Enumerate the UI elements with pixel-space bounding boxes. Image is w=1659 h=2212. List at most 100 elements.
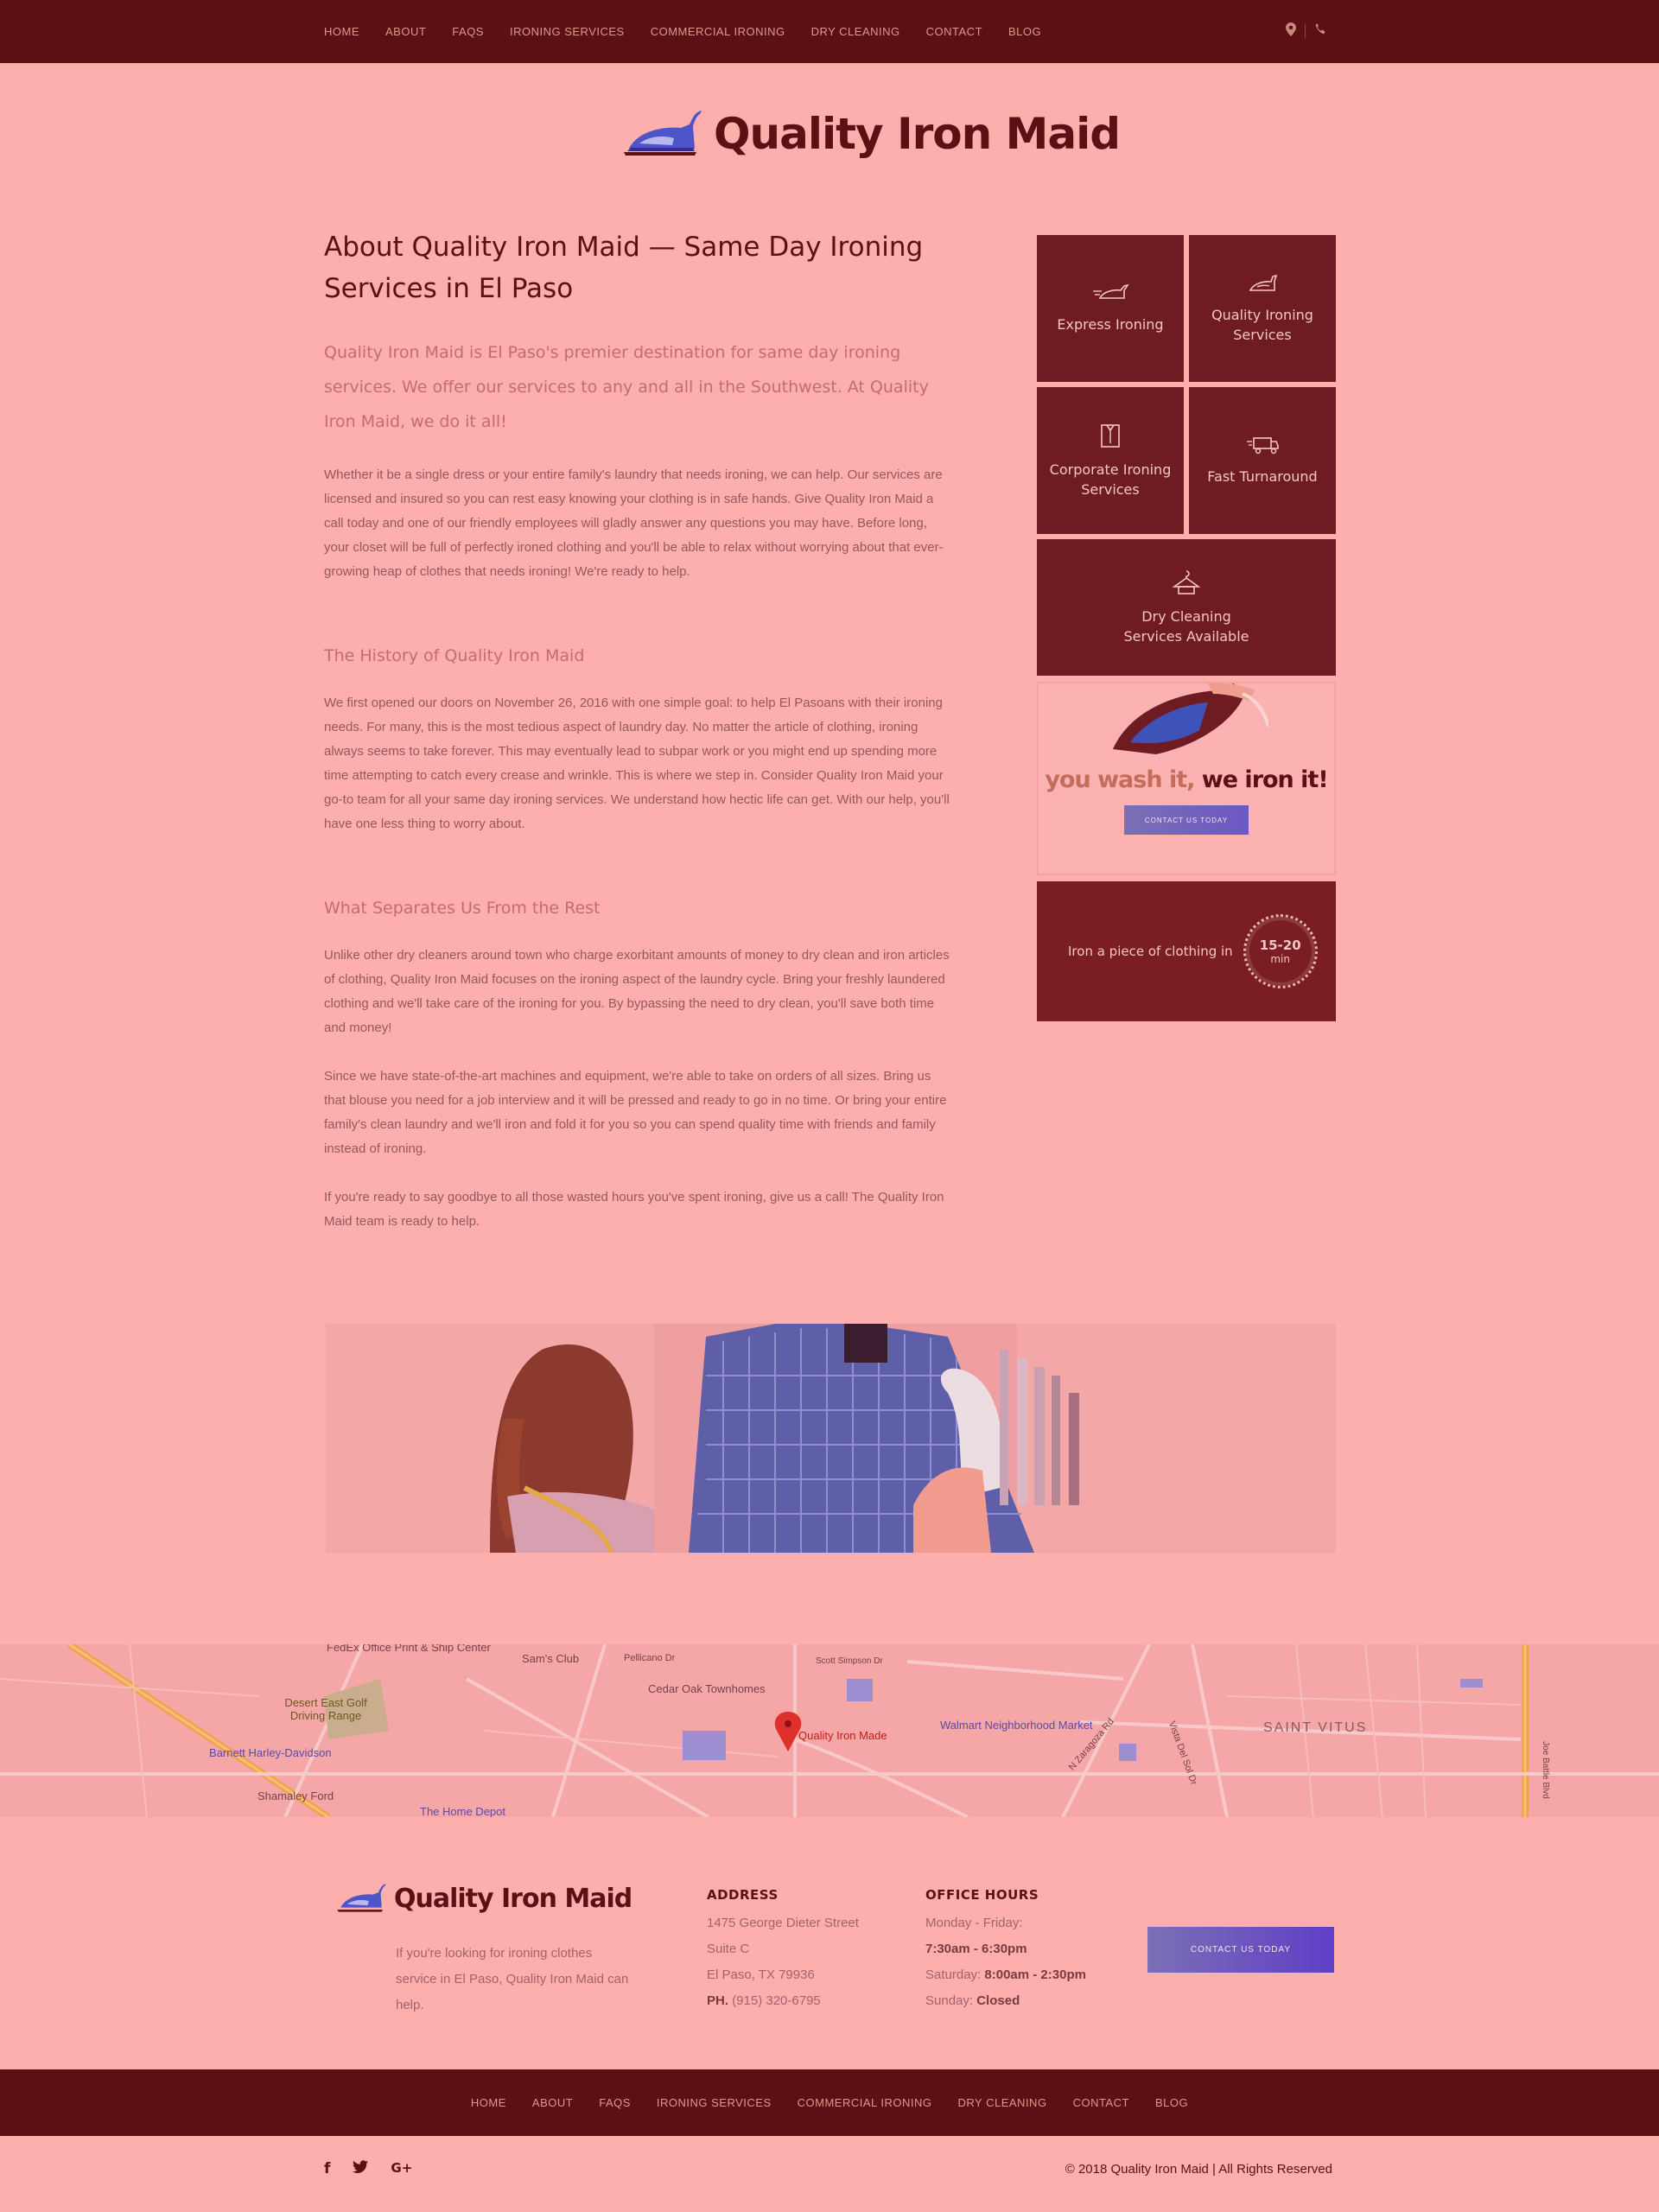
address-line-3: El Paso, TX 79936 xyxy=(707,1967,815,1982)
tile-label: Dry Cleaning Services Available xyxy=(1123,607,1249,645)
map-label: Sam's Club xyxy=(522,1652,580,1665)
about-content: About Quality Iron Maid — Same Day Ironi… xyxy=(324,226,955,1234)
site-logo[interactable]: Quality Iron Maid xyxy=(620,107,1121,161)
map-pin-icon[interactable] xyxy=(1286,22,1296,40)
tile-label: Fast Turnaround xyxy=(1207,468,1318,485)
intro-paragraph: Whether it be a single dress or your ent… xyxy=(324,467,944,579)
promo-slogan: you wash it, we iron it! xyxy=(1045,766,1328,793)
lead-paragraph: Quality Iron Maid is El Paso's premier d… xyxy=(324,343,929,431)
address-line-1: 1475 George Dieter Street xyxy=(707,1916,859,1930)
nav-ironing-services[interactable]: IRONING SERVICES xyxy=(510,25,625,38)
nav-about[interactable]: ABOUT xyxy=(385,25,426,38)
tile-dry-cleaning[interactable]: Dry Cleaning Services Available xyxy=(1037,539,1336,676)
history-paragraph: We first opened our doors on November 26… xyxy=(324,696,950,831)
map-label: Scott Simpson Dr xyxy=(816,1656,883,1666)
address-heading: ADDRESS xyxy=(707,1887,779,1903)
timer-dial: 15-20 min xyxy=(1243,914,1318,988)
promo-card: you wash it, we iron it! CONTACT US TODA… xyxy=(1037,682,1336,875)
map-label: FedEx Office Print & Ship Center xyxy=(327,1644,491,1654)
map-label: Cedar Oak Townhomes xyxy=(648,1682,766,1695)
weekday-label: Monday - Friday: xyxy=(925,1916,1023,1930)
nav-dry-cleaning[interactable]: DRY CLEANING xyxy=(811,25,900,38)
footer-contact-button[interactable]: CONTACT US TODAY xyxy=(1147,1927,1334,1973)
footer-nav-dry-cleaning[interactable]: DRY CLEANING xyxy=(958,2096,1047,2109)
footer-nav-about[interactable]: ABOUT xyxy=(532,2096,573,2109)
hanger-icon xyxy=(1171,569,1202,600)
twitter-icon[interactable] xyxy=(353,2160,369,2177)
timer-range: 15-20 xyxy=(1259,938,1301,953)
nav-contact[interactable]: CONTACT xyxy=(926,25,982,38)
promo-contact-button[interactable]: CONTACT US TODAY xyxy=(1124,805,1249,835)
tile-fast-turnaround[interactable]: Fast Turnaround xyxy=(1189,387,1336,534)
hours-heading: OFFICE HOURS xyxy=(925,1887,1039,1903)
separates-paragraph-3: If you're ready to say goodbye to all th… xyxy=(324,1190,944,1229)
map-label: Desert East Golf Driving Range xyxy=(284,1696,367,1722)
nav-commercial-ironing[interactable]: COMMERCIAL IRONING xyxy=(651,25,785,38)
map-label: Pellicano Dr xyxy=(624,1653,676,1663)
logo-text: Quality Iron Maid xyxy=(714,109,1121,159)
social-links: f G+ xyxy=(324,2160,412,2177)
map-label: Barnett Harley-Davidson xyxy=(209,1746,332,1759)
footer-nav-contact[interactable]: CONTACT xyxy=(1073,2096,1129,2109)
map-label: The Home Depot xyxy=(420,1805,505,1817)
tile-quality-ironing[interactable]: Quality Ironing Services xyxy=(1189,235,1336,382)
copyright: © 2018 Quality Iron Maid | All Rights Re… xyxy=(1065,2162,1332,2177)
separates-paragraph-1: Unlike other dry cleaners around town wh… xyxy=(324,948,950,1035)
tile-corporate-ironing[interactable]: Corporate Ironing Services xyxy=(1037,387,1184,534)
timer-card: Iron a piece of clothing in 15-20 min xyxy=(1037,881,1336,1021)
iron-icon xyxy=(1247,273,1278,298)
delivery-truck-icon xyxy=(1245,435,1280,460)
weekday-hours: 7:30am - 6:30pm xyxy=(925,1942,1027,1956)
nav-home[interactable]: HOME xyxy=(324,25,359,38)
location-map[interactable]: FedEx Office Print & Ship Center Sam's C… xyxy=(0,1644,1659,1817)
map-label: Walmart Neighborhood Market xyxy=(940,1719,1093,1732)
saturday-hours: 8:00am - 2:30pm xyxy=(984,1967,1086,1982)
timer-text: Iron a piece of clothing in xyxy=(1068,944,1233,959)
footer-nav-ironing-services[interactable]: IRONING SERVICES xyxy=(657,2096,772,2109)
separates-heading: What Separates Us From the Rest xyxy=(324,899,601,918)
flying-iron-icon xyxy=(1091,283,1129,308)
phone-icon[interactable] xyxy=(1314,23,1326,39)
footer-nav-faqs[interactable]: FAQS xyxy=(599,2096,631,2109)
footer-nav-blog[interactable]: BLOG xyxy=(1155,2096,1188,2109)
footer-nav-home[interactable]: HOME xyxy=(471,2096,506,2109)
top-navigation-bar: HOME ABOUT FAQS IRONING SERVICES COMMERC… xyxy=(0,0,1659,63)
history-heading: The History of Quality Iron Maid xyxy=(324,646,585,665)
page-title: About Quality Iron Maid — Same Day Ironi… xyxy=(324,232,924,304)
map-label: Joe Battle Blvd xyxy=(1540,1741,1550,1799)
nav-faqs[interactable]: FAQS xyxy=(452,25,484,38)
iron-logo-icon xyxy=(624,111,702,156)
sunday-label: Sunday: xyxy=(925,1993,974,2008)
separates-paragraph-2: Since we have state-of-the-art machines … xyxy=(324,1069,947,1156)
facebook-icon[interactable]: f xyxy=(324,2160,330,2177)
iron-logo-icon xyxy=(337,1884,386,1912)
map-label: Shamaley Ford xyxy=(257,1789,334,1802)
top-contact-icons xyxy=(1286,22,1326,40)
tile-label: Corporate Ironing Services xyxy=(1049,461,1172,498)
footer-logo-text: Quality Iron Maid xyxy=(394,1883,632,1914)
nav-blog[interactable]: BLOG xyxy=(1008,25,1041,38)
divider xyxy=(1305,24,1306,38)
tile-express-ironing[interactable]: Express Ironing xyxy=(1037,235,1184,382)
footer-description: If you're looking for ironing clothes se… xyxy=(396,1946,629,2012)
ironing-banner-image xyxy=(326,1324,1336,1553)
saturday-label: Saturday: xyxy=(925,1967,982,1982)
timer-unit: min xyxy=(1270,953,1290,965)
sunday-hours: Closed xyxy=(976,1993,1020,2008)
footer-address: ADDRESS 1475 George Dieter Street Suite … xyxy=(707,1886,859,2014)
tile-label: Express Ironing xyxy=(1057,316,1164,333)
hand-iron-image xyxy=(1113,683,1268,754)
map-label: Quality Iron Made xyxy=(798,1729,887,1742)
shirt-icon xyxy=(1099,423,1122,453)
footer-logo[interactable]: Quality Iron Maid xyxy=(335,1881,632,1916)
map-label: SAINT VITUS xyxy=(1263,1720,1368,1735)
main-nav: HOME ABOUT FAQS IRONING SERVICES COMMERC… xyxy=(324,0,1067,63)
footer-office-hours: OFFICE HOURS Monday - Friday: 7:30am - 6… xyxy=(925,1886,1086,2014)
address-line-2: Suite C xyxy=(707,1942,750,1956)
woman-steaming-shirt-image xyxy=(326,1324,1336,1553)
footer-nav-commercial-ironing[interactable]: COMMERCIAL IRONING xyxy=(798,2096,932,2109)
footer-navigation-bar: HOME ABOUT FAQS IRONING SERVICES COMMERC… xyxy=(0,2069,1659,2136)
tile-label: Quality Ironing Services xyxy=(1211,306,1313,343)
google-plus-icon[interactable]: G+ xyxy=(391,2160,412,2177)
phone-line[interactable]: PH. (915) 320-6795 xyxy=(707,1988,859,2014)
